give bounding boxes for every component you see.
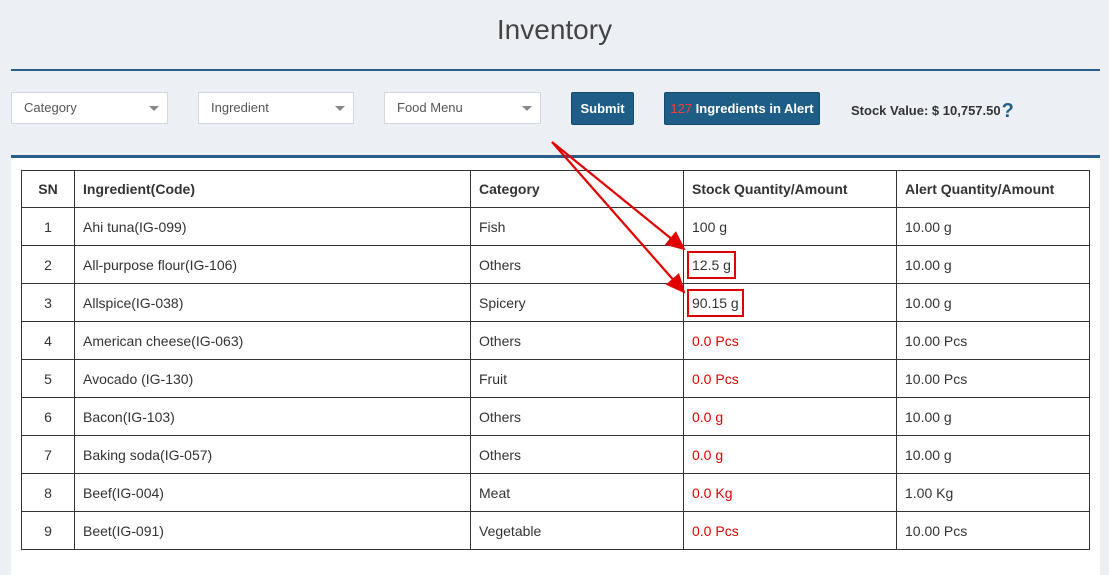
inventory-table: SN Ingredient(Code) Category Stock Quantity… xyxy=(21,170,1090,550)
ingredient-cell: Ahi tuna(IG-099) xyxy=(74,207,471,246)
alert-quantity-cell: 10.00 g xyxy=(896,397,1090,436)
table-row: 5 Avocado (IG-130) Fruit 0.0 Pcs 10.00 Pcs xyxy=(21,359,1090,398)
category-cell: Others xyxy=(470,435,684,474)
stock-quantity-cell: 0.0 g xyxy=(683,435,897,474)
food-menu-select[interactable]: Food Menu xyxy=(384,92,541,124)
table-row: 1 Ahi tuna(IG-099) Fish 100 g 10.00 g xyxy=(21,207,1090,246)
chevron-down-icon xyxy=(149,106,159,111)
ingredient-cell: American cheese(IG-063) xyxy=(74,321,471,360)
inventory-panel: SN Ingredient(Code) Category Stock Quantity… xyxy=(11,155,1100,575)
question-help-icon[interactable]: ? xyxy=(1002,100,1014,123)
stock-quantity-cell: 0.0 Pcs xyxy=(683,359,897,398)
column-header: SN xyxy=(21,170,75,208)
sn-cell: 4 xyxy=(21,321,75,360)
header-divider xyxy=(11,69,1100,71)
sn-cell: 1 xyxy=(21,207,75,246)
alert-quantity-cell: 10.00 g xyxy=(896,283,1090,322)
category-cell: Vegetable xyxy=(470,511,684,550)
column-header: Alert Quantity/Amount xyxy=(896,170,1090,208)
alert-count: 127 xyxy=(670,101,693,116)
sn-cell: 6 xyxy=(21,397,75,436)
column-header: Category xyxy=(470,170,684,208)
category-cell: Spicery xyxy=(470,283,684,322)
category-cell: Others xyxy=(470,397,684,436)
sn-cell: 5 xyxy=(21,359,75,398)
ingredient-cell: All-purpose flour(IG-106) xyxy=(74,245,471,284)
sn-cell: 9 xyxy=(21,511,75,550)
highlight-box: 90.15 g xyxy=(687,288,744,317)
table-row: 9 Beet(IG-091) Vegetable 0.0 Pcs 10.00 Pcs xyxy=(21,511,1090,550)
alert-quantity-cell: 10.00 g xyxy=(896,207,1090,246)
ingredient-cell: Beef(IG-004) xyxy=(74,473,471,512)
alert-quantity-cell: 10.00 g xyxy=(896,435,1090,474)
column-header: Ingredient(Code) xyxy=(74,170,471,208)
table-row: 2 All-purpose flour(IG-106) Others 12.5 g 10… xyxy=(21,245,1090,284)
table-row: 6 Bacon(IG-103) Others 0.0 g 10.00 g xyxy=(21,397,1090,436)
submit-button[interactable]: Submit xyxy=(571,92,634,125)
table-row: 3 Allspice(IG-038) Spicery 90.15 g 10.00 g xyxy=(21,283,1090,322)
ingredient-select[interactable]: Ingredient xyxy=(198,92,354,124)
chevron-down-icon xyxy=(522,106,532,111)
alert-quantity-cell: 10.00 g xyxy=(896,245,1090,284)
sn-cell: 3 xyxy=(21,283,75,322)
category-cell: Others xyxy=(470,245,684,284)
category-cell: Meat xyxy=(470,473,684,512)
stock-quantity-cell: 100 g xyxy=(683,207,897,246)
ingredients-alert-button[interactable]: 127 Ingredients in Alert xyxy=(664,92,820,125)
table-row: 8 Beef(IG-004) Meat 0.0 Kg 1.00 Kg xyxy=(21,473,1090,512)
category-cell: Fish xyxy=(470,207,684,246)
table-header-row: SN Ingredient(Code) Category Stock Quantity… xyxy=(21,170,1090,208)
chevron-down-icon xyxy=(335,106,345,111)
column-header: Stock Quantity/Amount xyxy=(683,170,897,208)
alert-label: Ingredients in Alert xyxy=(692,101,814,116)
category-cell: Others xyxy=(470,321,684,360)
ingredient-cell: Avocado (IG-130) xyxy=(74,359,471,398)
stock-quantity-cell: 0.0 Kg xyxy=(683,473,897,512)
stock-quantity-cell: 12.5 g xyxy=(683,245,897,284)
table-row: 4 American cheese(IG-063) Others 0.0 Pcs 10.… xyxy=(21,321,1090,360)
ingredient-cell: Beet(IG-091) xyxy=(74,511,471,550)
ingredient-cell: Allspice(IG-038) xyxy=(74,283,471,322)
category-cell: Fruit xyxy=(470,359,684,398)
alert-quantity-cell: 10.00 Pcs xyxy=(896,321,1090,360)
ingredient-select-value: Ingredient xyxy=(211,100,269,115)
alert-quantity-cell: 10.00 Pcs xyxy=(896,511,1090,550)
stock-quantity-cell: 90.15 g xyxy=(683,283,897,322)
ingredient-cell: Baking soda(IG-057) xyxy=(74,435,471,474)
highlight-box: 12.5 g xyxy=(687,250,736,279)
sn-cell: 7 xyxy=(21,435,75,474)
sn-cell: 2 xyxy=(21,245,75,284)
page-title: Inventory xyxy=(496,14,613,45)
category-select-value: Category xyxy=(24,100,77,115)
stock-value-text: Stock Value: $ 10,757.50 xyxy=(851,103,1001,118)
sn-cell: 8 xyxy=(21,473,75,512)
ingredient-cell: Bacon(IG-103) xyxy=(74,397,471,436)
table-row: 7 Baking soda(IG-057) Others 0.0 g 10.00 g xyxy=(21,435,1090,474)
alert-quantity-cell: 10.00 Pcs xyxy=(896,359,1090,398)
food-menu-select-value: Food Menu xyxy=(397,100,463,115)
stock-value: Stock Value: $ 10,757.50? xyxy=(851,100,1014,123)
stock-quantity-cell: 0.0 g xyxy=(683,397,897,436)
alert-quantity-cell: 1.00 Kg xyxy=(896,473,1090,512)
stock-quantity-cell: 0.0 Pcs xyxy=(683,511,897,550)
stock-quantity-cell: 0.0 Pcs xyxy=(683,321,897,360)
category-select[interactable]: Category xyxy=(11,92,168,124)
